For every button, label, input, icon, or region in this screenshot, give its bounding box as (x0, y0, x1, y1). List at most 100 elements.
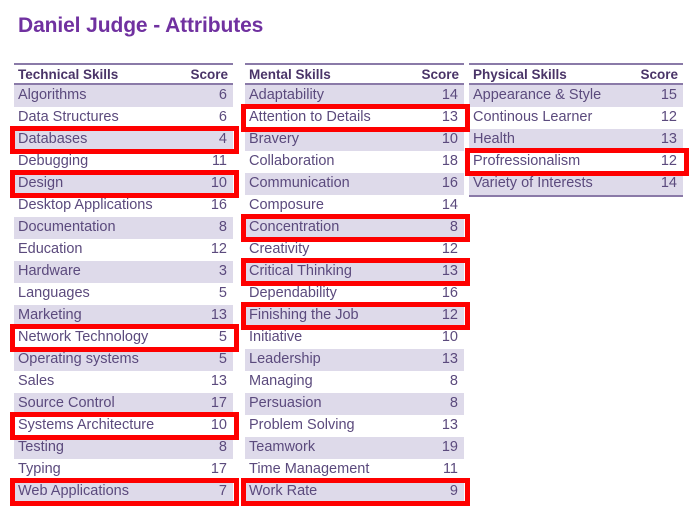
table-body-physical: Appearance & Style 15 Continous Learner 12 H… (465, 85, 689, 195)
skill-name: Variety of Interests (473, 175, 593, 191)
skill-name: Communication (249, 175, 350, 191)
table-row[interactable]: Sales 13 (14, 371, 233, 393)
skill-name: Dependability (249, 285, 337, 301)
skill-name: Continous Learner (473, 109, 593, 125)
skill-name: Finishing the Job (249, 307, 359, 323)
skill-name: Documentation (18, 219, 116, 235)
table-header-physical: Physical Skills Score (469, 63, 683, 85)
table-row[interactable]: Creativity 12 (245, 239, 464, 261)
table-row[interactable]: Health 13 (469, 129, 683, 151)
table-row[interactable]: Marketing 13 (14, 305, 233, 327)
table-bottom-rule (14, 503, 233, 505)
table-row[interactable]: Testing 8 (14, 437, 233, 459)
table-row[interactable]: Network Technology 5 (14, 327, 233, 349)
table-row[interactable]: Critical Thinking 13 (245, 261, 464, 283)
table-row[interactable]: Hardware 3 (14, 261, 233, 283)
skill-score: 9 (449, 483, 458, 499)
table-row[interactable]: Databases 4 (14, 129, 233, 151)
table-row[interactable]: Typing 17 (14, 459, 233, 481)
skill-name: Creativity (249, 241, 310, 257)
skill-name: Attention to Details (249, 109, 371, 125)
skill-score: 8 (218, 439, 227, 455)
table-row[interactable]: Managing 8 (245, 371, 464, 393)
table-row[interactable]: Concentration 8 (245, 217, 464, 239)
column-header-score: Score (421, 67, 459, 82)
skill-score: 18 (441, 153, 458, 169)
skill-score: 5 (218, 285, 227, 301)
table-header-technical: Technical Skills Score (14, 63, 233, 85)
skill-name: Data Structures (18, 109, 119, 125)
table-row[interactable]: Communication 16 (245, 173, 464, 195)
table-row[interactable]: Variety of Interests 14 (469, 173, 683, 195)
table-row[interactable]: Problem Solving 13 (245, 415, 464, 437)
skill-name: Health (473, 131, 515, 147)
skill-name: Marketing (18, 307, 82, 323)
skill-name: Profressionalism (473, 153, 581, 169)
table-row[interactable]: Data Structures 6 (14, 107, 233, 129)
table-row[interactable]: Algorithms 6 (14, 85, 233, 107)
table-row[interactable]: Dependability 16 (245, 283, 464, 305)
skill-score: 11 (442, 461, 458, 477)
skill-score: 10 (441, 131, 458, 147)
table-body-technical: Algorithms 6 Data Structures 6 Databases 4 Deb… (10, 85, 239, 506)
table-header-mental: Mental Skills Score (245, 63, 464, 85)
table-row[interactable]: Profressionalism 12 (469, 151, 683, 173)
table-row[interactable]: Attention to Details 13 (245, 107, 464, 129)
skill-score: 11 (211, 153, 227, 169)
table-row[interactable]: Operating systems 5 (14, 349, 233, 371)
table-mental-skills: Mental Skills Score Adaptability 14 Attentio… (241, 63, 470, 506)
table-row[interactable]: Documentation 8 (14, 217, 233, 239)
skill-score: 8 (449, 219, 458, 235)
skill-score: 12 (441, 307, 458, 323)
table-row[interactable]: Desktop Applications 16 (14, 195, 233, 217)
skill-name: Composure (249, 197, 324, 213)
table-row[interactable]: Design 10 (14, 173, 233, 195)
table-row[interactable]: Leadership 13 (245, 349, 464, 371)
skill-score: 14 (660, 175, 677, 191)
table-row[interactable]: Collaboration 18 (245, 151, 464, 173)
skill-score: 13 (441, 109, 458, 125)
table-row[interactable]: Finishing the Job 12 (245, 305, 464, 327)
table-row[interactable]: Work Rate 9 (245, 481, 464, 503)
skill-name: Work Rate (249, 483, 318, 499)
table-technical-skills: Technical Skills Score Algorithms 6 Data Str… (10, 63, 239, 506)
table-row[interactable]: Source Control 17 (14, 393, 233, 415)
table-row[interactable]: Web Applications 7 (14, 481, 233, 503)
table-row[interactable]: Appearance & Style 15 (469, 85, 683, 107)
skill-score: 16 (441, 285, 458, 301)
skill-score: 12 (660, 153, 677, 169)
skill-name: Languages (18, 285, 90, 301)
table-row[interactable]: Languages 5 (14, 283, 233, 305)
skill-name: Initiative (249, 329, 303, 345)
skill-name: Hardware (18, 263, 81, 279)
column-header-name: Mental Skills (249, 67, 331, 82)
skill-score: 10 (210, 417, 227, 433)
attributes-page: Daniel Judge - Attributes Technical Skil… (0, 0, 697, 530)
table-row[interactable]: Teamwork 19 (245, 437, 464, 459)
skill-score: 14 (441, 87, 458, 103)
table-row[interactable]: Adaptability 14 (245, 85, 464, 107)
skill-name: Bravery (249, 131, 299, 147)
table-row[interactable]: Systems Architecture 10 (14, 415, 233, 437)
skill-name: Systems Architecture (18, 417, 155, 433)
skill-name: Network Technology (18, 329, 149, 345)
table-row[interactable]: Continous Learner 12 (469, 107, 683, 129)
table-row[interactable]: Persuasion 8 (245, 393, 464, 415)
skill-name: Typing (18, 461, 61, 477)
table-row[interactable]: Education 12 (14, 239, 233, 261)
table-row[interactable]: Bravery 10 (245, 129, 464, 151)
skill-name: Managing (249, 373, 313, 389)
skill-name: Adaptability (249, 87, 324, 103)
column-header-score: Score (190, 67, 228, 82)
skill-score: 12 (210, 241, 227, 257)
skill-score: 19 (441, 439, 458, 455)
table-row[interactable]: Composure 14 (245, 195, 464, 217)
table-row[interactable]: Time Management 11 (245, 459, 464, 481)
skill-score: 3 (218, 263, 227, 279)
table-row[interactable]: Debugging 11 (14, 151, 233, 173)
skill-score: 14 (441, 197, 458, 213)
skill-score: 10 (210, 175, 227, 191)
skill-score: 16 (441, 175, 458, 191)
skill-score: 17 (210, 461, 227, 477)
table-row[interactable]: Initiative 10 (245, 327, 464, 349)
